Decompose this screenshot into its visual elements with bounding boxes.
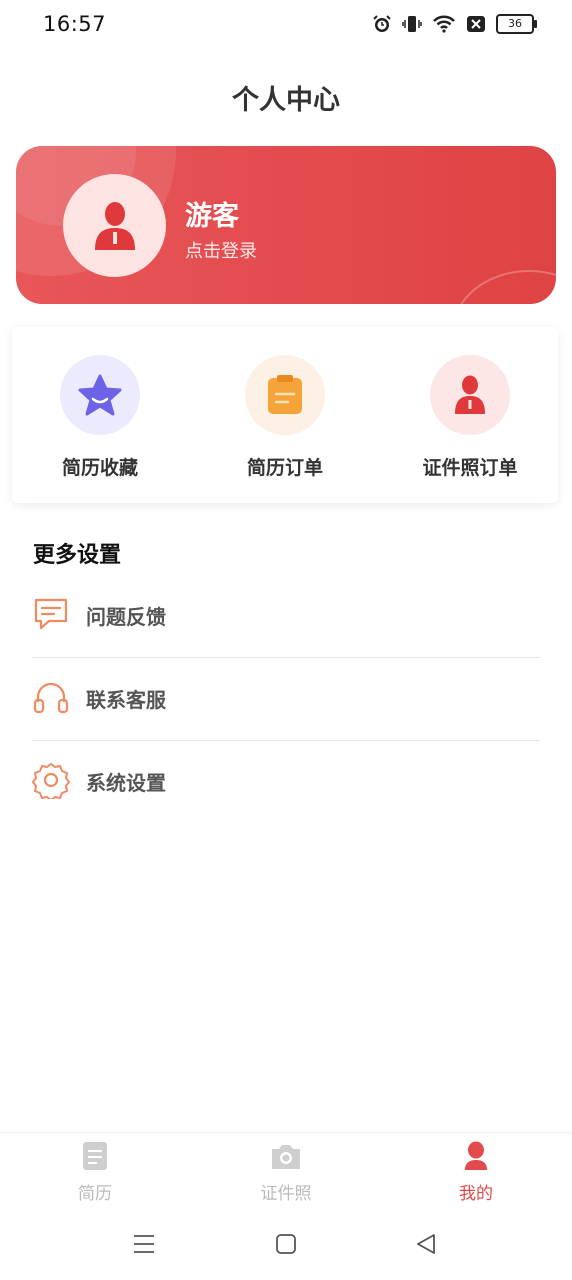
settings-item-label: 联系客服 (86, 688, 166, 712)
quick-icon-bg (245, 355, 325, 435)
page-title: 个人中心 (232, 85, 340, 116)
bottom-nav: 简历 证件照 我的 (0, 1132, 572, 1213)
nav-tab-label: 简历 (78, 1184, 112, 1204)
settings-item-customer-service[interactable]: 联系客服 (32, 659, 540, 741)
nav-tab-resume[interactable]: 简历 (35, 1141, 155, 1204)
message-icon (34, 598, 68, 630)
clipboard-icon (268, 375, 302, 414)
section-title: 更多设置 (33, 543, 122, 568)
decorative-circle (452, 270, 556, 304)
menu-icon[interactable] (132, 1232, 156, 1256)
quick-action-id-photo-orders[interactable]: 证件照订单 (400, 355, 540, 480)
home-icon[interactable] (274, 1232, 298, 1256)
nav-tab-label: 证件照 (260, 1184, 312, 1204)
settings-item-system-settings[interactable]: 系统设置 (32, 742, 540, 824)
quick-action-resume-orders[interactable]: 简历订单 (215, 355, 355, 480)
status-bar: 16:57 36 (0, 0, 572, 52)
wifi-icon (433, 15, 455, 33)
divider (32, 657, 540, 658)
user-icon (465, 1141, 487, 1170)
quick-action-resume-favorites[interactable]: 简历收藏 (30, 355, 170, 480)
status-time: 16:57 (43, 12, 107, 36)
status-icons: 36 (372, 14, 537, 34)
profile-card[interactable]: 游客 点击登录 (16, 146, 556, 304)
nav-tab-mine[interactable]: 我的 (416, 1141, 536, 1204)
divider (32, 740, 540, 741)
battery-indicator: 36 (496, 14, 537, 34)
camera-icon (272, 1145, 300, 1169)
quick-icon-bg (60, 355, 140, 435)
star-icon (78, 374, 122, 416)
nav-tab-label: 我的 (459, 1184, 493, 1204)
quick-action-label: 简历收藏 (61, 457, 138, 479)
vibrate-icon (402, 16, 422, 32)
settings-item-label: 问题反馈 (86, 605, 166, 629)
system-nav-bar (0, 1212, 572, 1280)
quick-action-label: 证件照订单 (422, 457, 518, 479)
back-icon[interactable] (414, 1232, 438, 1256)
quick-actions-card: 简历收藏 简历订单 证件照订单 (12, 327, 558, 503)
settings-item-feedback[interactable]: 问题反馈 (32, 576, 540, 658)
settings-item-label: 系统设置 (86, 771, 166, 795)
headset-icon (33, 682, 69, 714)
quick-action-label: 简历订单 (246, 457, 323, 479)
avatar[interactable] (63, 174, 166, 277)
document-icon (83, 1142, 107, 1170)
nav-tab-id-photo[interactable]: 证件照 (226, 1141, 346, 1204)
person-icon (94, 201, 135, 250)
alarm-icon (373, 15, 391, 32)
gear-icon (32, 763, 70, 799)
user-name: 游客 (185, 201, 239, 232)
no-sim-icon (467, 16, 485, 32)
quick-icon-bg (430, 355, 510, 435)
login-link[interactable]: 点击登录 (185, 237, 257, 263)
person-icon (455, 375, 485, 414)
